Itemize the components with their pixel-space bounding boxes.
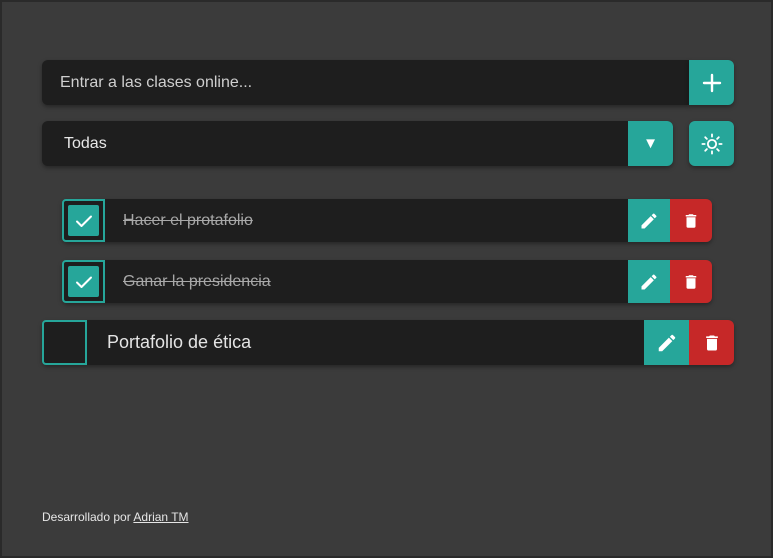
pencil-icon	[641, 212, 657, 228]
new-todo-form	[42, 60, 734, 105]
edit-button[interactable]	[628, 199, 670, 242]
filter-selected-value: Todas	[64, 134, 107, 152]
filter-bar: Todas ▼	[42, 121, 734, 166]
checked-box	[68, 205, 99, 236]
todo-item: Portafolio de ética	[42, 320, 734, 365]
delete-button[interactable]	[670, 260, 712, 303]
todo-text: Hacer el protafolio	[105, 199, 628, 242]
todo-checkbox[interactable]	[42, 320, 87, 365]
trash-icon	[705, 335, 718, 350]
footer-prefix: Desarrollado por	[42, 510, 131, 524]
delete-button[interactable]	[670, 199, 712, 242]
todo-text: Ganar la presidencia	[105, 260, 628, 303]
pencil-icon	[641, 273, 657, 289]
sun-icon	[700, 132, 723, 155]
plus-icon	[702, 73, 721, 92]
todo-checkbox[interactable]	[62, 199, 105, 242]
edit-button[interactable]	[628, 260, 670, 303]
delete-button[interactable]	[689, 320, 734, 365]
pencil-icon	[658, 334, 675, 351]
edit-button[interactable]	[644, 320, 689, 365]
trash-icon	[685, 274, 697, 289]
todo-text: Portafolio de ética	[87, 320, 644, 365]
chevron-down-icon: ▼	[628, 121, 673, 166]
checkmark-icon	[75, 215, 92, 227]
checked-box	[68, 266, 99, 297]
author-link[interactable]: Adrian TM	[133, 510, 188, 524]
todo-item: Hacer el protafolio	[62, 199, 712, 242]
theme-toggle-button[interactable]	[689, 121, 734, 166]
checkmark-icon	[75, 276, 92, 288]
trash-icon	[685, 213, 697, 228]
todo-item: Ganar la presidencia	[62, 260, 712, 303]
filter-select[interactable]: Todas ▼	[42, 121, 673, 166]
todo-checkbox[interactable]	[62, 260, 105, 303]
add-todo-button[interactable]	[689, 60, 734, 105]
todo-input[interactable]	[42, 60, 689, 105]
footer: Desarrollado por Adrian TM	[42, 510, 189, 524]
